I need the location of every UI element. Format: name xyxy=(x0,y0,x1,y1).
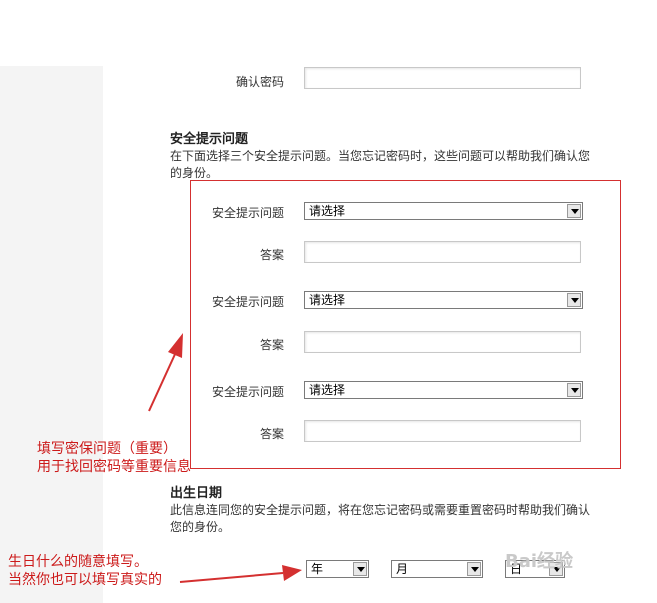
arrowhead-icon xyxy=(282,565,302,581)
arrow-line xyxy=(179,572,284,583)
arrowhead-icon xyxy=(168,333,183,358)
arrow-line xyxy=(148,351,177,412)
annotation-arrows xyxy=(148,333,302,583)
